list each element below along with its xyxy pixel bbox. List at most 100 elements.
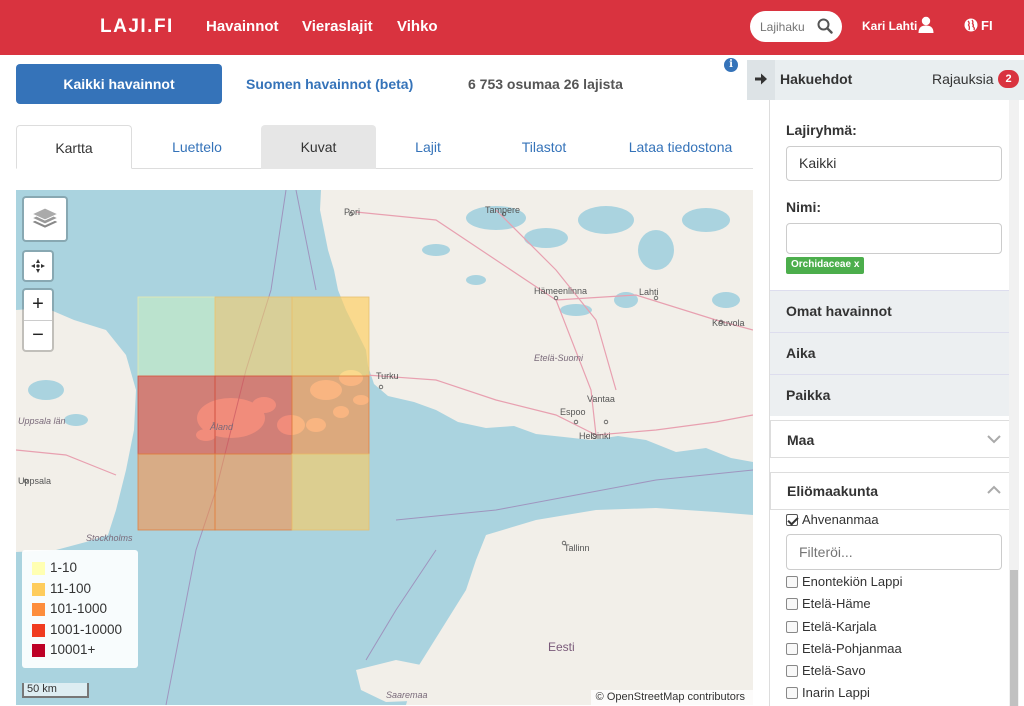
collapse-panel-button[interactable] <box>747 60 775 100</box>
filters-panel: Lajiryhmä: Kaikki Nimi: Orchidaceae x Om… <box>769 100 1019 706</box>
legend-swatch <box>32 562 45 575</box>
checkbox[interactable] <box>786 643 798 655</box>
map-label-hameenlinna: Hämeenlinna <box>534 286 588 296</box>
grid-cell <box>137 375 216 455</box>
checkbox-label: Etelä-Savo <box>802 663 866 678</box>
nav-vihko[interactable]: Vihko <box>397 18 438 35</box>
map-attribution[interactable]: © OpenStreetMap contributors <box>590 690 753 705</box>
species-group-select[interactable]: Kaikki <box>786 146 1002 181</box>
checkbox-row[interactable]: Etelä-Savo <box>786 662 866 680</box>
region-filter-input[interactable] <box>786 534 1002 570</box>
map-label-tallinn: Tallinn <box>564 543 590 553</box>
zoom-control: + − <box>22 288 54 352</box>
tab-lataa-tiedostona[interactable]: Lataa tiedostona <box>608 125 753 169</box>
grid-cell <box>137 296 216 377</box>
checkbox-label: Inarin Lappi <box>802 685 870 700</box>
panel-scrollbar-thumb[interactable] <box>1010 570 1018 706</box>
search-icon[interactable] <box>817 18 833 34</box>
brand-logo[interactable]: LAJI.FI <box>100 16 174 38</box>
species-search[interactable] <box>750 11 842 42</box>
filters-header: Hakuehdot Rajauksia 2 <box>747 60 1024 100</box>
name-input[interactable] <box>786 223 1002 254</box>
nav-vieraslajit[interactable]: Vieraslajit <box>302 18 373 35</box>
taxon-filter-chip[interactable]: Orchidaceae x <box>786 257 865 274</box>
tab-kartta[interactable]: Kartta <box>16 125 132 169</box>
crosshair-icon <box>31 259 45 273</box>
checkbox-row[interactable]: Inarin Lappi <box>786 684 870 702</box>
grid-cell <box>214 453 293 531</box>
checkbox-row[interactable]: Enontekiön Lappi <box>786 573 903 591</box>
species-search-input[interactable] <box>760 17 816 36</box>
legend-item: 11-100 <box>32 581 138 602</box>
checkbox[interactable] <box>786 687 798 699</box>
user-name[interactable]: Kari Lahti <box>862 19 917 33</box>
layers-button[interactable] <box>22 196 68 242</box>
map-label-lahti: Lahti <box>639 287 659 297</box>
section-aika[interactable]: Aika <box>770 332 1018 374</box>
observation-grid <box>137 296 370 531</box>
map-label-uppsala-lan: Uppsala län <box>18 416 66 426</box>
checkbox[interactable] <box>786 598 798 610</box>
grid-cell <box>214 375 293 455</box>
map-legend: 1-10 11-100 101-1000 1001-10000 10001+ <box>22 550 138 668</box>
checkbox-row[interactable]: Etelä-Karjala <box>786 618 877 636</box>
map-label-espoo: Espoo <box>560 407 586 417</box>
legend-label: 101-1000 <box>50 601 108 616</box>
tab-lajit[interactable]: Lajit <box>374 125 482 169</box>
map-label-aland: Åland <box>210 422 234 432</box>
name-label: Nimi: <box>786 199 821 215</box>
legend-swatch <box>32 623 45 637</box>
map-label-stockholms: Stockholms <box>86 533 133 543</box>
checkbox[interactable] <box>786 514 798 526</box>
checkbox-row[interactable]: Etelä-Häme <box>786 595 871 613</box>
section-paikka[interactable]: Paikka <box>770 374 1018 416</box>
active-filters-badge: 2 <box>998 70 1019 88</box>
legend-item: 1001-10000 <box>32 622 138 643</box>
map-label-etela-suomi: Etelä-Suomi <box>534 353 584 363</box>
language-selector[interactable]: FI <box>964 18 993 33</box>
tab-tilastot[interactable]: Tilastot <box>486 125 602 169</box>
arrow-right-icon <box>755 73 767 85</box>
info-icon[interactable]: i <box>724 58 738 72</box>
zoom-out-button[interactable]: − <box>24 320 52 350</box>
checkbox[interactable] <box>786 576 798 588</box>
legend-item: 101-1000 <box>32 601 138 622</box>
legend-item: 10001+ <box>32 642 138 663</box>
tab-luettelo[interactable]: Luettelo <box>138 125 256 169</box>
zoom-in-button[interactable]: + <box>24 290 52 320</box>
species-group-label: Lajiryhmä: <box>786 122 857 138</box>
user-icon[interactable] <box>918 16 934 33</box>
nav-havainnot[interactable]: Havainnot <box>206 18 279 35</box>
observation-map[interactable]: Pori Tampere Hämeenlinna Lahti Kouvola T… <box>16 190 753 705</box>
checkbox-row[interactable]: Etelä-Pohjanmaa <box>786 640 902 658</box>
checkbox-row[interactable]: Ahvenanmaa <box>786 511 879 529</box>
section-eliomaakunta[interactable]: Eliömaakunta <box>770 472 1018 510</box>
map-label-helsinki: Helsinki <box>579 431 611 441</box>
map-label-turku: Turku <box>376 371 399 381</box>
active-filters-label[interactable]: Rajauksia <box>932 71 993 87</box>
locate-button[interactable] <box>22 250 54 282</box>
section-omat-havainnot[interactable]: Omat havainnot <box>770 290 1018 332</box>
legend-swatch <box>32 644 45 657</box>
filters-title: Hakuehdot <box>780 71 853 87</box>
checkbox[interactable] <box>786 621 798 633</box>
checkbox-label: Etelä-Pohjanmaa <box>802 641 902 656</box>
checkbox-label: Etelä-Karjala <box>802 619 877 634</box>
layers-icon <box>30 207 60 229</box>
language-label: FI <box>981 18 993 33</box>
globe-icon <box>964 18 978 32</box>
map-label-vantaa: Vantaa <box>587 394 615 404</box>
section-maa[interactable]: Maa <box>770 420 1018 458</box>
legend-label: 11-100 <box>50 580 92 596</box>
result-count: 6 753 osumaa 26 lajista <box>468 76 623 92</box>
map-label-kouvola: Kouvola <box>712 318 745 328</box>
checkbox-label: Enontekiön Lappi <box>802 574 903 589</box>
finnish-observations-link[interactable]: Suomen havainnot (beta) <box>246 76 413 92</box>
legend-swatch <box>32 582 45 596</box>
checkbox[interactable] <box>786 665 798 677</box>
tab-kuvat[interactable]: Kuvat <box>261 125 376 169</box>
all-observations-button[interactable]: Kaikki havainnot <box>16 64 222 104</box>
chevron-up-icon <box>987 485 1001 494</box>
map-label-eesti: Eesti <box>548 640 575 654</box>
legend-swatch <box>32 603 45 616</box>
